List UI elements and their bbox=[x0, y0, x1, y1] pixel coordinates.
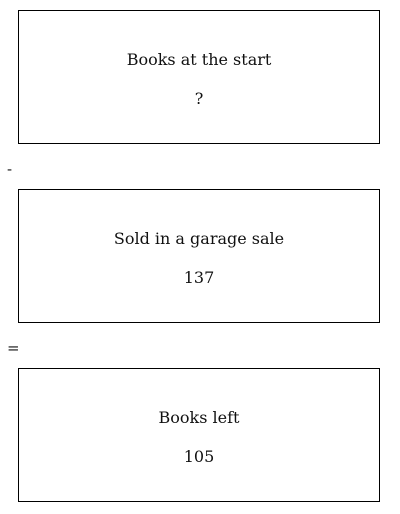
minus-operator: - bbox=[7, 160, 13, 178]
equals-operator: = bbox=[7, 339, 20, 357]
sold-in-garage-sale-label: Sold in a garage sale bbox=[113, 229, 285, 248]
sold-in-garage-sale-value: 137 bbox=[183, 268, 215, 287]
books-at-start-box: Books at the start ? bbox=[18, 10, 380, 144]
books-left-label: Books left bbox=[158, 408, 240, 427]
books-left-box: Books left 105 bbox=[18, 368, 380, 502]
sold-in-garage-sale-box: Sold in a garage sale 137 bbox=[18, 189, 380, 323]
books-at-start-label: Books at the start bbox=[126, 50, 272, 69]
books-at-start-value: ? bbox=[194, 89, 204, 108]
books-left-value: 105 bbox=[183, 447, 215, 466]
